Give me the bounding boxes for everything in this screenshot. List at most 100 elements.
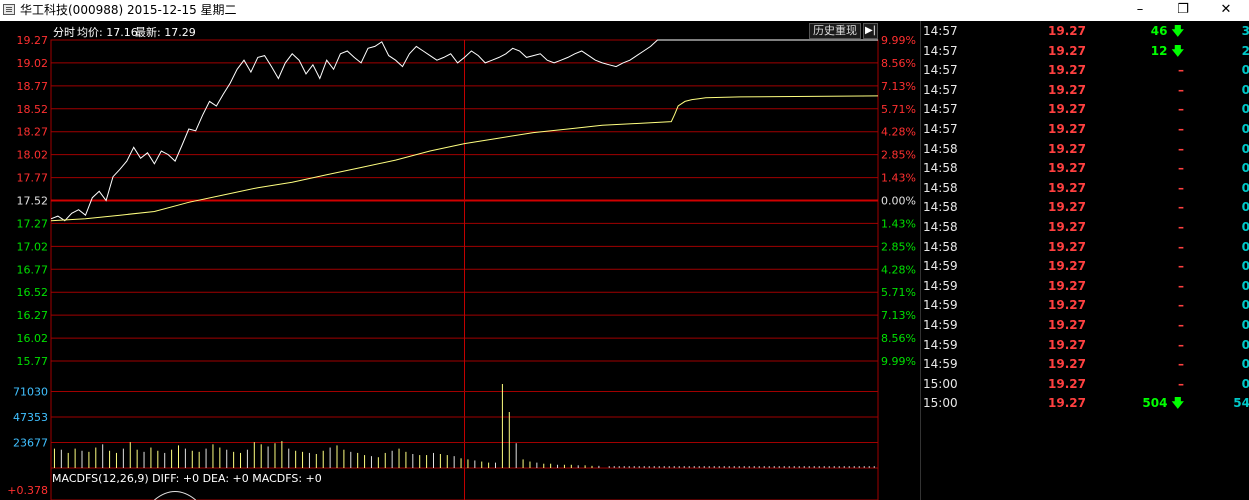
history-replay-button[interactable]: 历史重现 xyxy=(809,23,861,39)
tick-count: 0 xyxy=(1241,357,1249,372)
percent-tick-label: 2.85% xyxy=(881,240,916,253)
minimize-icon[interactable]: – xyxy=(1120,0,1160,21)
tick-count: 0 xyxy=(1241,278,1249,293)
macd-curve xyxy=(154,491,197,500)
tick-row: 14:59 19.27 – 0 xyxy=(921,296,1249,315)
tick-time: 14:57 xyxy=(923,102,958,117)
tick-count: 0 xyxy=(1241,102,1249,117)
tick-volume: – xyxy=(1178,141,1184,156)
tick-price: 19.27 xyxy=(1048,239,1086,254)
tick-volume: – xyxy=(1178,63,1184,78)
tick-count: 0 xyxy=(1241,180,1249,195)
volume-tick-label: 71030 xyxy=(13,385,48,398)
tick-price: 19.27 xyxy=(1048,298,1086,313)
intraday-chart[interactable]: 19.27 9.99% 19.02 8.56% 18.77 7.13% 18.52 5.71%… xyxy=(0,21,920,500)
tick-time: 14:58 xyxy=(923,239,958,254)
percent-tick-label: 7.13% xyxy=(881,80,916,93)
tick-price: 19.27 xyxy=(1048,376,1086,391)
tick-price: 19.27 xyxy=(1048,63,1086,78)
tick-row: 14:59 19.27 – 0 xyxy=(921,336,1249,355)
tick-price: 19.27 xyxy=(1048,161,1086,176)
chart-period-label: 分时 xyxy=(53,26,75,39)
tick-time: 14:58 xyxy=(923,180,958,195)
percent-tick-label: 9.99% xyxy=(881,34,916,47)
price-tick-label: 18.02 xyxy=(17,149,49,162)
tick-row: 14:57 19.27 12 🡇 2 xyxy=(921,42,1249,61)
tick-volume: – xyxy=(1178,278,1184,293)
tick-count: 0 xyxy=(1241,63,1249,78)
restore-icon[interactable]: ❐ xyxy=(1163,0,1203,21)
percent-tick-label: 4.28% xyxy=(881,263,916,276)
tick-volume: – xyxy=(1178,376,1184,391)
tick-row: 15:00 19.27 – 0 xyxy=(921,375,1249,394)
tick-row: 14:57 19.27 – 0 xyxy=(921,81,1249,100)
volume-tick-label: 23677 xyxy=(13,436,48,449)
skip-forward-icon[interactable]: ▶| xyxy=(863,23,878,39)
percent-tick-label: 5.71% xyxy=(881,103,916,116)
price-tick-label: 17.02 xyxy=(17,240,49,253)
tick-count: 0 xyxy=(1241,82,1249,97)
tick-price: 19.27 xyxy=(1048,24,1086,38)
window-title: 华工科技(000988) 2015-12-15 星期二 xyxy=(20,3,237,17)
tick-row: 14:57 19.27 46 🡇 3 xyxy=(921,22,1249,41)
tick-list[interactable]: 14:57 19.27 46 🡇 3 14:57 19.27 12 🡇 2 14:57 19.27… xyxy=(920,21,1249,500)
price-tick-label: 17.27 xyxy=(17,217,49,230)
tick-row: 14:58 19.27 – 0 xyxy=(921,198,1249,217)
percent-tick-label: 7.13% xyxy=(881,309,916,322)
window-titlebar: 华工科技(000988) 2015-12-15 星期二 – ❐ ✕ xyxy=(0,0,1249,21)
tick-price: 19.27 xyxy=(1048,259,1086,274)
tick-count: 0 xyxy=(1241,376,1249,391)
tick-count: 0 xyxy=(1241,259,1249,274)
tick-price: 19.27 xyxy=(1048,357,1086,372)
percent-tick-label: 8.56% xyxy=(881,57,916,70)
tick-time: 14:57 xyxy=(923,43,958,58)
avg-price-label: 均价: 17.16 xyxy=(77,26,138,39)
tick-row: 14:59 19.27 – 0 xyxy=(921,257,1249,276)
tick-volume: 504 🡇 xyxy=(1142,396,1184,411)
tick-row: 14:59 19.27 – 0 xyxy=(921,355,1249,374)
price-tick-label: 17.77 xyxy=(17,172,49,185)
tick-count: 3 xyxy=(1241,24,1249,38)
tick-time: 15:00 xyxy=(923,396,958,411)
tick-count: 0 xyxy=(1241,200,1249,215)
tick-price: 19.27 xyxy=(1048,337,1086,352)
tick-price: 19.27 xyxy=(1048,200,1086,215)
tick-count: 0 xyxy=(1241,337,1249,352)
price-tick-label: 15.77 xyxy=(17,355,49,368)
price-tick-label: 18.27 xyxy=(17,126,49,139)
tick-price: 19.27 xyxy=(1048,278,1086,293)
tick-volume: 12 🡇 xyxy=(1150,43,1184,58)
price-tick-label: 19.02 xyxy=(17,57,49,70)
price-tick-label: 16.52 xyxy=(17,286,49,299)
percent-tick-label: 4.28% xyxy=(881,126,916,139)
last-price-label: 最新: 17.29 xyxy=(135,25,196,39)
tick-price: 19.27 xyxy=(1048,396,1086,411)
tick-row: 14:59 19.27 – 0 xyxy=(921,277,1249,296)
tick-time: 14:59 xyxy=(923,259,958,274)
tick-volume: – xyxy=(1178,337,1184,352)
tick-row: 14:57 19.27 – 0 xyxy=(921,100,1249,119)
tick-count: 0 xyxy=(1241,161,1249,176)
macd-header: MACDFS(12,26,9) DIFF: +0 DEA: +0 MACDFS:… xyxy=(52,472,322,485)
percent-tick-label: 2.85% xyxy=(881,149,916,162)
tick-time: 14:59 xyxy=(923,298,958,313)
percent-tick-label: 9.99% xyxy=(881,355,916,368)
close-icon[interactable]: ✕ xyxy=(1206,0,1246,21)
percent-tick-label: 8.56% xyxy=(881,332,916,345)
price-tick-label: 16.02 xyxy=(17,332,49,345)
tick-volume: – xyxy=(1178,180,1184,195)
percent-tick-label: 5.71% xyxy=(881,286,916,299)
macd-axis-label: +0.378 xyxy=(7,484,48,497)
volume-tick-label: 47353 xyxy=(13,411,48,424)
tick-price: 19.27 xyxy=(1048,122,1086,136)
price-tick-label: 18.52 xyxy=(17,103,49,116)
tick-row: 14:59 19.27 – 0 xyxy=(921,316,1249,335)
price-tick-label: 17.52 xyxy=(17,195,49,208)
tick-time: 14:58 xyxy=(923,161,958,176)
tick-time: 14:58 xyxy=(923,220,958,234)
percent-tick-label: 0.00% xyxy=(881,195,916,208)
tick-row: 14:58 19.27 – 0 xyxy=(921,159,1249,178)
tick-count: 0 xyxy=(1241,141,1249,156)
tick-count: 54 xyxy=(1233,396,1249,411)
tick-volume: – xyxy=(1178,161,1184,176)
